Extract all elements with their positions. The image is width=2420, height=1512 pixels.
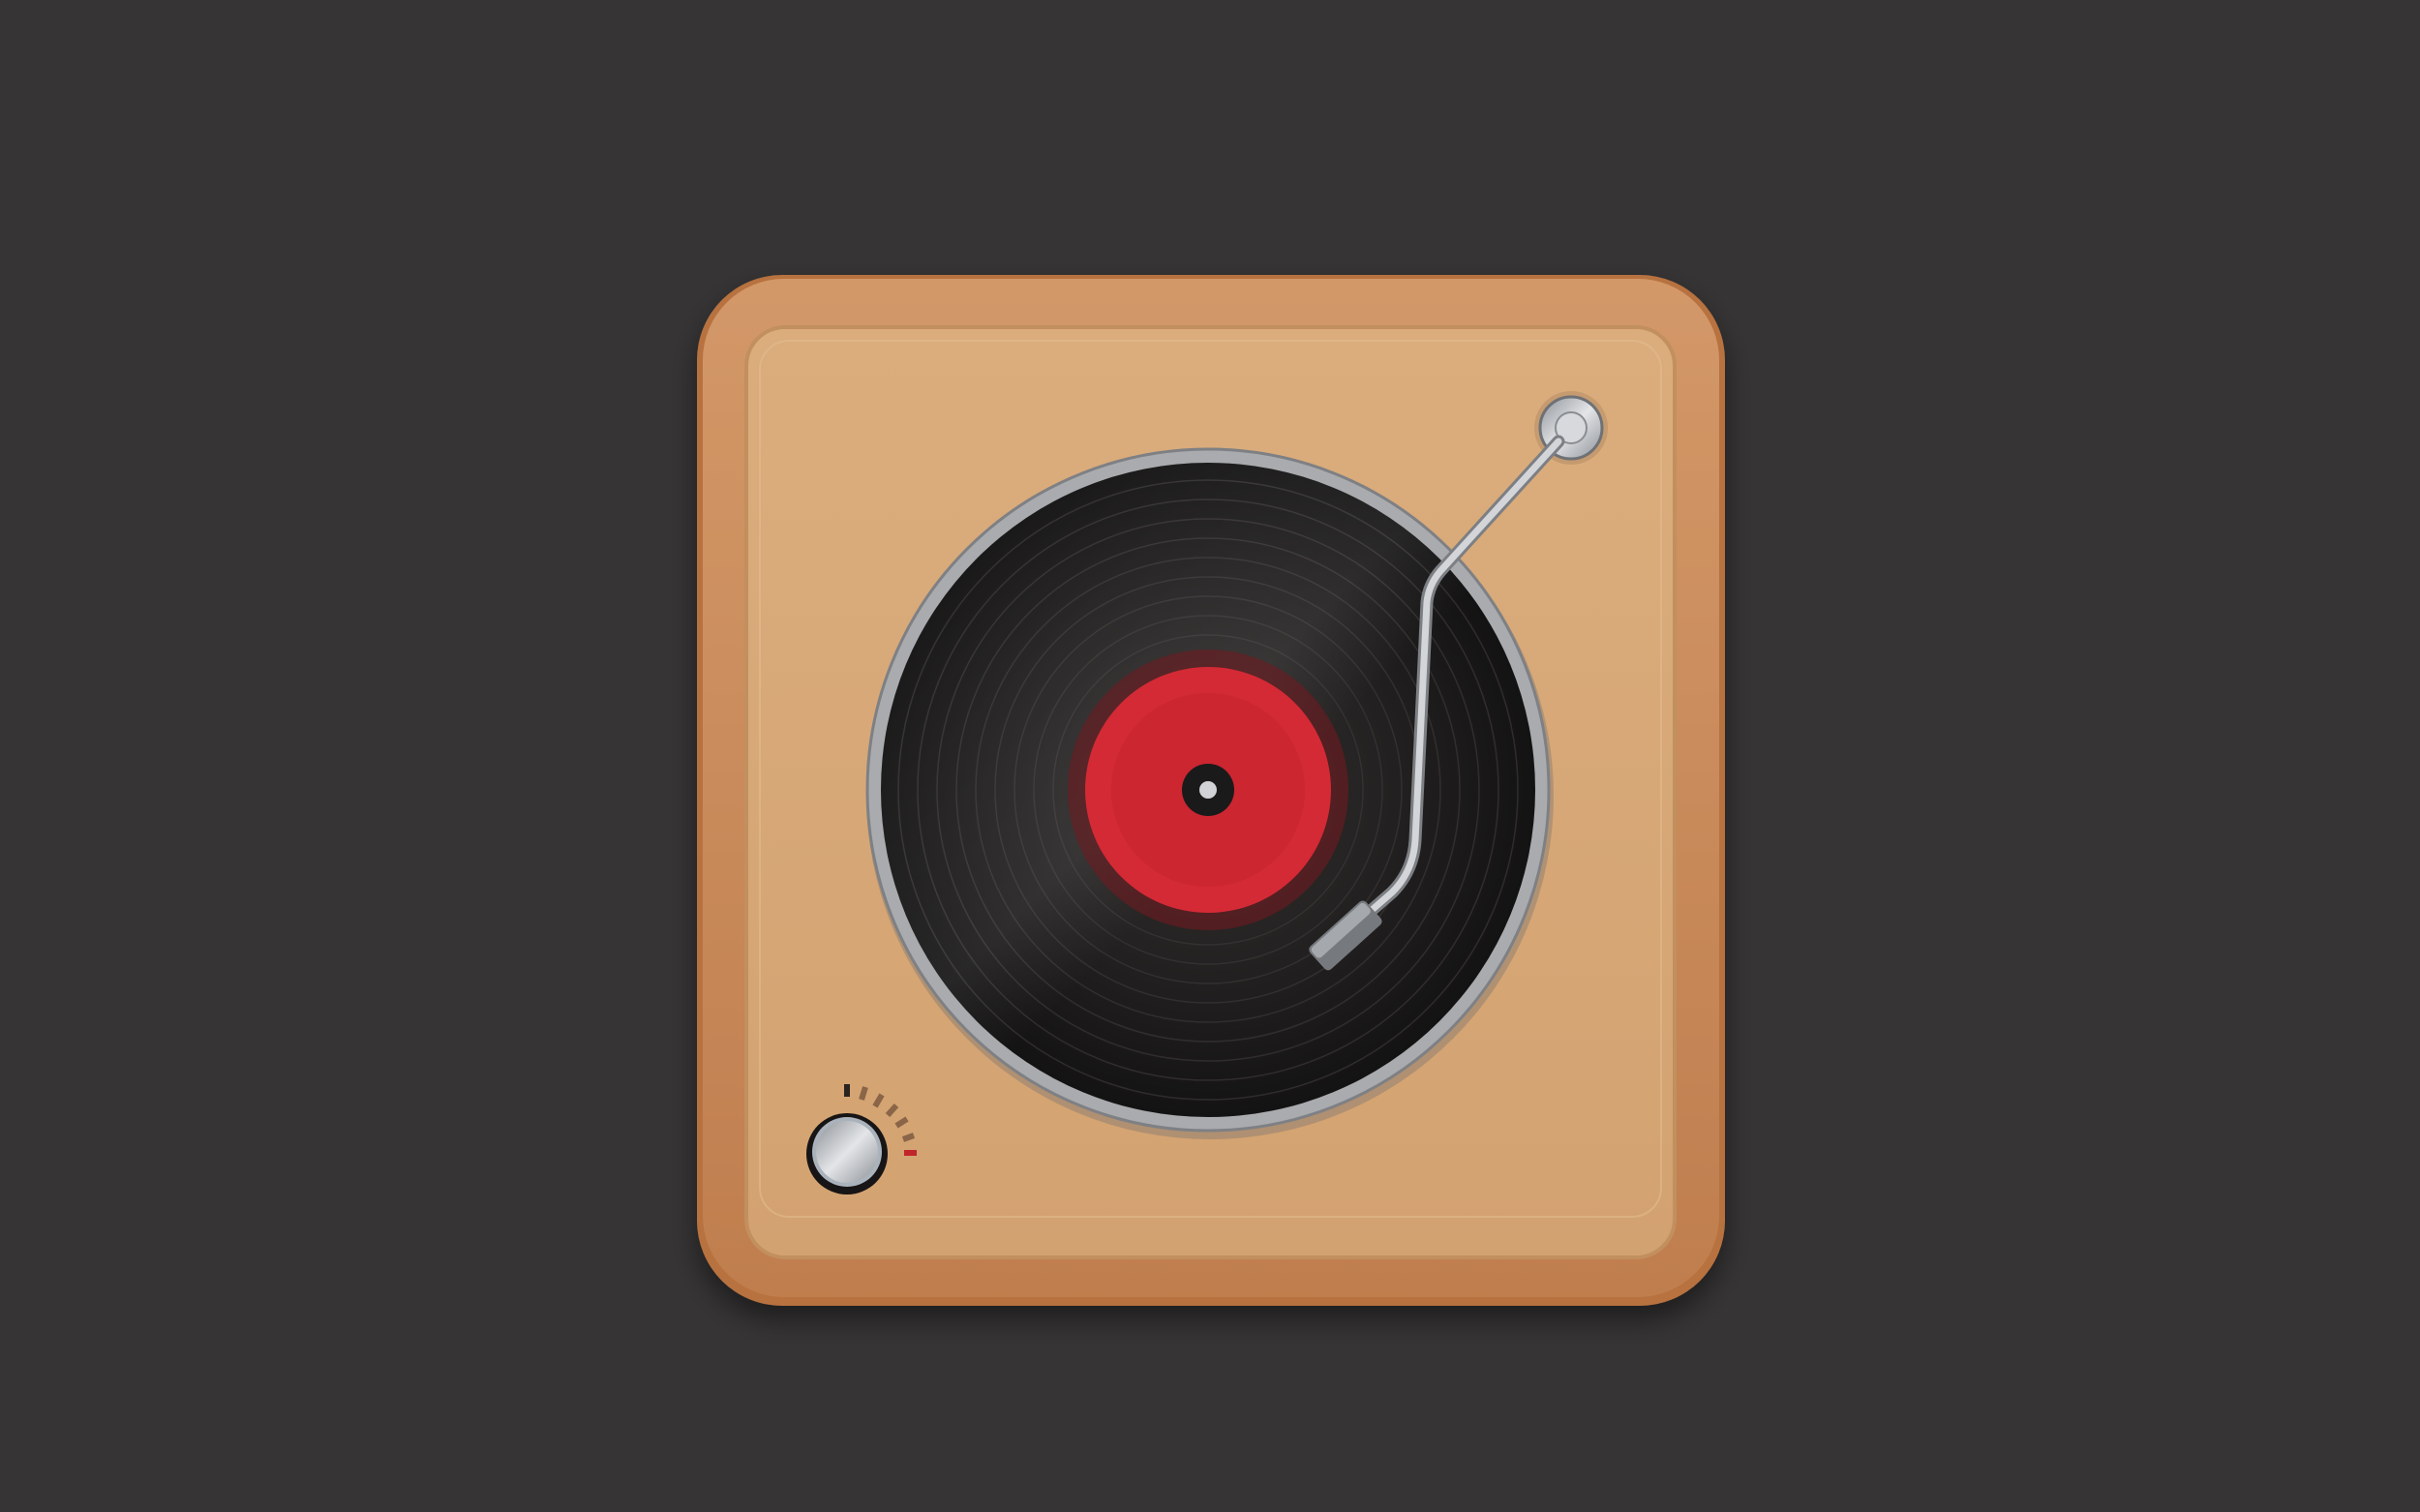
turntable-icon: [697, 275, 1725, 1306]
vinyl-record-icon[interactable]: [881, 463, 1535, 1117]
